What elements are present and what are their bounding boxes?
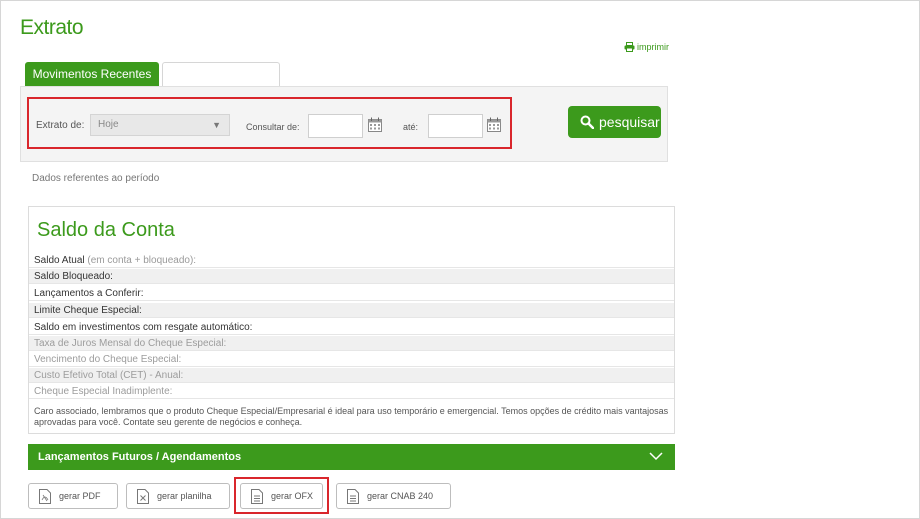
saldo-title: Saldo da Conta bbox=[37, 219, 175, 241]
saldo-row: Cheque Especial Inadimplente: bbox=[29, 384, 674, 399]
page-title: Extrato bbox=[20, 16, 84, 39]
tab-secondary[interactable] bbox=[162, 62, 280, 86]
extrato-label: Extrato de: bbox=[36, 120, 85, 131]
dropdown-arrow-icon: ▼ bbox=[212, 120, 221, 130]
gerar-cnab-240-button[interactable]: gerar CNAB 240 bbox=[336, 483, 451, 509]
saldo-row: Lançamentos a Conferir: bbox=[29, 286, 674, 301]
saldo-row-sub: (em conta + bloqueado): bbox=[87, 255, 197, 266]
lancamentos-futuros-bar[interactable]: Lançamentos Futuros / Agendamentos bbox=[28, 444, 675, 470]
saldo-row: Saldo Atual (em conta + bloqueado): bbox=[29, 253, 674, 268]
cheque-especial-notice: Caro associado, lembramos que o produto … bbox=[34, 406, 669, 427]
extrato-select-value: Hoje bbox=[98, 119, 119, 130]
spreadsheet-file-icon bbox=[137, 489, 149, 504]
printer-icon bbox=[624, 42, 635, 52]
saldo-row: Custo Efetivo Total (CET) - Anual: bbox=[29, 368, 674, 383]
search-icon bbox=[580, 115, 594, 129]
saldo-row: Taxa de Juros Mensal do Cheque Especial: bbox=[29, 336, 674, 351]
saldo-row: Limite Cheque Especial: bbox=[29, 303, 674, 318]
date-from-input[interactable] bbox=[308, 114, 363, 138]
gerar-cnab-240-label: gerar CNAB 240 bbox=[367, 491, 434, 501]
calendar-icon[interactable] bbox=[368, 117, 382, 132]
chevron-down-icon bbox=[649, 452, 663, 461]
gerar-planilha-label: gerar planilha bbox=[157, 491, 212, 501]
tab-movimentos-recentes[interactable]: Movimentos Recentes bbox=[25, 62, 159, 86]
search-button-label: pesquisar bbox=[599, 114, 660, 130]
saldo-row: Vencimento do Cheque Especial: bbox=[29, 352, 674, 367]
pdf-file-icon bbox=[39, 489, 51, 504]
print-link[interactable]: imprimir bbox=[624, 42, 669, 52]
saldo-row-label: Saldo Atual bbox=[34, 255, 85, 266]
gerar-pdf-button[interactable]: gerar PDF bbox=[28, 483, 118, 509]
print-label: imprimir bbox=[637, 42, 669, 52]
saldo-row: Saldo em investimentos com resgate autom… bbox=[29, 320, 674, 335]
document-file-icon bbox=[347, 489, 359, 504]
search-button[interactable]: pesquisar bbox=[568, 106, 661, 138]
ate-label: até: bbox=[403, 122, 419, 132]
period-text: Dados referentes ao período bbox=[32, 173, 160, 184]
consultar-label: Consultar de: bbox=[246, 122, 300, 132]
gerar-pdf-label: gerar PDF bbox=[59, 491, 101, 501]
lancamentos-futuros-label: Lançamentos Futuros / Agendamentos bbox=[38, 451, 242, 463]
gerar-planilha-button[interactable]: gerar planilha bbox=[126, 483, 230, 509]
date-to-input[interactable] bbox=[428, 114, 483, 138]
extrato-select[interactable]: Hoje ▼ bbox=[90, 114, 230, 136]
saldo-row: Saldo Bloqueado: bbox=[29, 269, 674, 284]
ofx-highlight-box bbox=[234, 477, 329, 514]
calendar-icon[interactable] bbox=[487, 117, 501, 132]
